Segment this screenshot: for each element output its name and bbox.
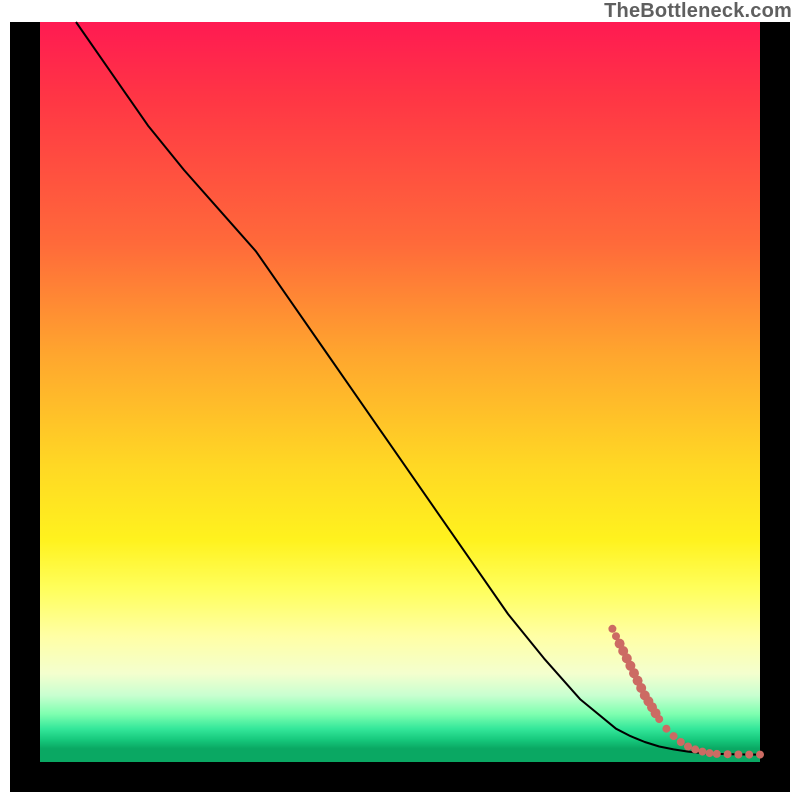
- data-point: [724, 750, 732, 758]
- chart-overlay: [40, 22, 760, 762]
- attribution-label: TheBottleneck.com: [604, 0, 792, 23]
- data-point: [608, 625, 616, 633]
- data-point: [662, 725, 670, 733]
- data-points: [608, 625, 764, 759]
- data-point: [684, 743, 692, 751]
- data-point: [691, 745, 699, 753]
- data-point: [745, 751, 753, 759]
- data-point: [734, 751, 742, 759]
- data-point: [655, 715, 663, 723]
- bottleneck-curve: [76, 22, 760, 755]
- data-point: [670, 732, 678, 740]
- data-point: [706, 749, 714, 757]
- data-point: [713, 750, 721, 758]
- plot-area: [10, 22, 790, 792]
- data-point: [756, 751, 764, 759]
- data-point: [677, 738, 685, 746]
- data-point: [698, 748, 706, 756]
- chart-container: TheBottleneck.com: [0, 0, 800, 800]
